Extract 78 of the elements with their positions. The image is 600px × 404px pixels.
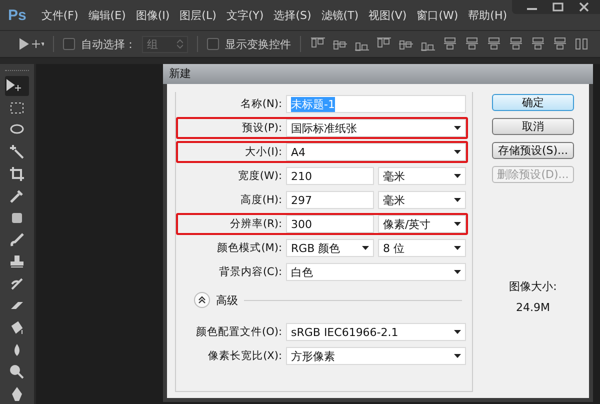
- field-label: 高度(H):: [239, 193, 282, 207]
- image-size-value: 24.9M: [516, 301, 550, 314]
- brush-icon: [9, 276, 25, 292]
- maximize-icon[interactable]: [552, 2, 564, 12]
- field-label: 像素长宽比(X):: [207, 349, 282, 363]
- move-tool-icon[interactable]: [18, 37, 44, 51]
- magic-wand-icon: [9, 144, 25, 160]
- stepper-icon: [177, 39, 183, 49]
- field-label: 大小(I):: [244, 145, 282, 159]
- field-label: 宽度(W):: [236, 169, 282, 183]
- dropdown[interactable]: 8 位: [378, 239, 466, 257]
- advanced-label: 高级: [216, 292, 238, 308]
- input-field[interactable]: 300: [286, 215, 374, 233]
- caret-icon: [454, 198, 461, 202]
- field-label: 预设(P):: [240, 121, 282, 135]
- align-icon[interactable]: [487, 37, 501, 51]
- caret-icon: [454, 354, 461, 358]
- dropdown[interactable]: 毫米: [378, 191, 466, 209]
- field-label: 背景内容(C):: [218, 265, 282, 279]
- menu-item[interactable]: 图层(L): [180, 8, 216, 22]
- menu-item[interactable]: 文字(Y): [226, 8, 264, 22]
- align-icon[interactable]: [443, 37, 457, 51]
- collapse-button[interactable]: [194, 292, 210, 308]
- menu-item[interactable]: 图像(I): [136, 8, 170, 22]
- checkbox[interactable]: [63, 38, 75, 50]
- show-transform-label: 显示变换控件: [225, 36, 291, 52]
- stamp-icon: [9, 254, 25, 270]
- auto-select-label: 自动选择：: [81, 36, 136, 52]
- move-icon: [5, 78, 21, 94]
- bucket-icon: [9, 320, 25, 336]
- image-size-label: 图像大小:: [509, 279, 557, 294]
- dialog-button[interactable]: 取消: [492, 118, 574, 135]
- field-label: 分辨率(R):: [228, 217, 282, 231]
- menu-item[interactable]: 视图(V): [368, 8, 407, 22]
- caret-icon: [454, 330, 461, 334]
- caret-icon: [454, 222, 461, 226]
- caret-icon: [454, 150, 461, 154]
- menu-item[interactable]: 文件(F): [41, 8, 78, 22]
- align-icon[interactable]: [509, 37, 523, 51]
- checkbox[interactable]: [207, 38, 219, 50]
- field-label: 名称(N):: [239, 97, 282, 111]
- dialog-button[interactable]: 确定: [492, 94, 574, 111]
- dropdown[interactable]: 毫米: [378, 167, 466, 185]
- dialog-title: 新建: [163, 64, 593, 84]
- dropdown[interactable]: RGB 颜色: [286, 239, 374, 257]
- align-icon[interactable]: [465, 37, 479, 51]
- tool-button[interactable]: [5, 76, 29, 96]
- dropdown[interactable]: 方形像素: [286, 347, 466, 365]
- eyedropper-icon: [9, 188, 25, 204]
- chevron-icon: [198, 296, 206, 304]
- marquee-icon: [9, 100, 25, 116]
- menu-item[interactable]: 编辑(E): [88, 8, 126, 22]
- dropdown[interactable]: sRGB IEC61966-2.1: [286, 323, 466, 341]
- input-field[interactable]: 210: [286, 167, 374, 185]
- menu-item[interactable]: 窗口(W): [416, 8, 458, 22]
- dropdown[interactable]: A4: [286, 143, 466, 161]
- caret-icon: [454, 246, 461, 250]
- field-label: 颜色配置文件(O):: [195, 325, 282, 339]
- close-icon[interactable]: [578, 2, 590, 12]
- align-icon[interactable]: [575, 37, 589, 51]
- dropdown[interactable]: 国际标准纸张: [286, 119, 466, 137]
- menu-item[interactable]: 帮助(H): [468, 8, 508, 22]
- menu-item[interactable]: 滤镜(T): [321, 8, 359, 22]
- caret-icon: [454, 174, 461, 178]
- input-field[interactable]: 297: [286, 191, 374, 209]
- dialog-button[interactable]: 存储预设(S)...: [492, 142, 574, 159]
- caret-icon: [362, 246, 369, 250]
- brush-icon: [9, 232, 25, 248]
- field-label: 颜色模式(M):: [216, 241, 282, 255]
- menu-item[interactable]: 选择(S): [274, 8, 312, 22]
- crop-icon: [9, 166, 25, 182]
- dropdown[interactable]: 白色: [286, 263, 466, 281]
- caret-icon: [454, 270, 461, 274]
- caret-icon: [454, 126, 461, 130]
- app-logo: Ps: [8, 6, 26, 24]
- align-icon[interactable]: [553, 37, 567, 51]
- dropdown[interactable]: 像素/英寸: [378, 215, 466, 233]
- align-icon[interactable]: [531, 37, 545, 51]
